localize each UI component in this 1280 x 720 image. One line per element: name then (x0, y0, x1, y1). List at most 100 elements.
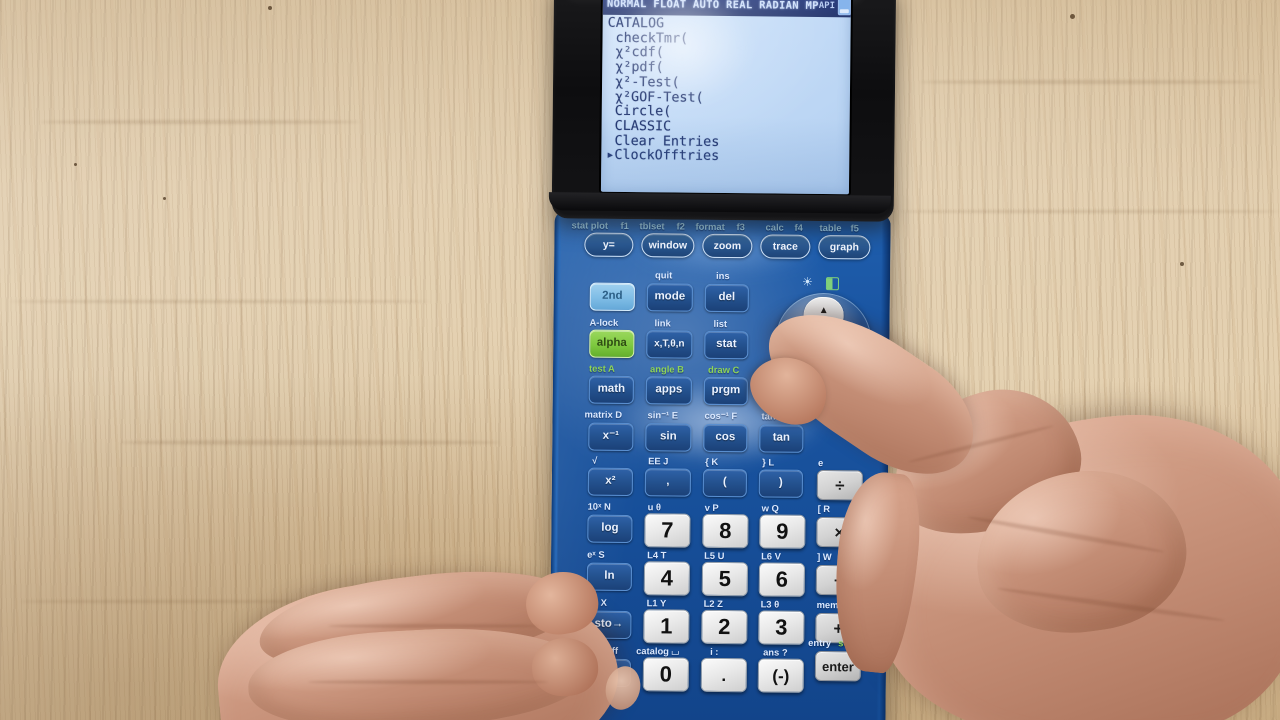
key-2nd[interactable]: 2nd (589, 282, 635, 312)
label-catalog: catalog ⌴ (636, 645, 680, 657)
wood-grain-streak (10, 300, 430, 303)
key-alpha[interactable]: alpha (589, 329, 635, 359)
key-multiply[interactable]: × (816, 516, 863, 548)
wood-grain-streak (120, 440, 500, 445)
key-graph[interactable]: graph (818, 234, 871, 260)
label-square-root: √ (592, 454, 598, 466)
dpad-down-arrow[interactable]: ▼ (802, 357, 844, 386)
label-solve: solve (838, 637, 863, 649)
list-item-label: χ²cdf( (615, 45, 664, 61)
key-apps[interactable]: apps (645, 376, 692, 405)
key-y-equals[interactable]: y= (584, 232, 634, 258)
label-calc: calc (765, 221, 784, 233)
row-cursor (606, 133, 614, 148)
key-trace[interactable]: trace (760, 234, 811, 259)
label-e-power-s: eˣ S (587, 548, 605, 560)
label-brace-close-l: } L (762, 456, 775, 468)
key-3[interactable]: 3 (758, 610, 805, 645)
wood-grain-streak (960, 560, 1280, 564)
row-cursor (607, 75, 615, 90)
key-store[interactable]: sto→ (586, 610, 632, 640)
key-8[interactable]: 8 (702, 513, 749, 549)
screenshot-stage: stat plot f1 tblset f2 format f3 calc f4… (0, 0, 1280, 720)
dpad-up-arrow[interactable]: ▲ (803, 296, 844, 325)
key-window[interactable]: window (641, 233, 695, 258)
list-item-selected[interactable]: ▸ClockOfftries (606, 148, 846, 166)
key-x-inverse[interactable]: x⁻¹ (588, 422, 634, 452)
label-tan-inverse-g: tan⁻¹ G (761, 410, 794, 422)
housing-bottom-lip (548, 192, 891, 214)
key-6[interactable]: 6 (758, 562, 806, 597)
label-l5-u: L5 U (704, 549, 725, 562)
list-item-label: CLASSIC (614, 118, 672, 135)
list-item-label: χ²pdf( (615, 59, 664, 76)
list-item-label: checkTmr( (615, 30, 689, 47)
key-0[interactable]: 0 (642, 657, 690, 692)
status-indicators: API (819, 0, 852, 15)
key-7[interactable]: 7 (644, 513, 691, 548)
contrast-icon (825, 277, 840, 291)
label-l2-z: L2 Z (703, 597, 723, 610)
dpad-left-arrow[interactable]: ◀ (779, 326, 807, 367)
key-stat[interactable]: stat (704, 330, 749, 360)
key-1[interactable]: 1 (643, 609, 690, 644)
keypad: stat plot f1 tblset f2 format f3 calc f4… (549, 210, 890, 720)
wood-grain-streak (920, 80, 1260, 84)
key-paren-close[interactable]: ) (758, 469, 804, 498)
label-v-p: v P (704, 501, 719, 513)
key-ln[interactable]: ln (586, 562, 633, 592)
label-tblset: tblset (639, 220, 665, 232)
key-zoom[interactable]: zoom (702, 233, 753, 259)
key-enter[interactable]: enter (814, 650, 862, 682)
wood-knot (1142, 634, 1146, 638)
label-bracket-open-r: [ R (817, 502, 831, 515)
key-mode[interactable]: mode (646, 283, 693, 312)
key-9[interactable]: 9 (759, 514, 806, 549)
directional-pad[interactable]: ▲ ▼ ◀ ▶ (774, 292, 872, 390)
key-prgm[interactable]: prgm (703, 376, 748, 406)
row-cursor (607, 60, 615, 75)
label-stat-plot: stat plot (571, 219, 609, 231)
label-ten-power-n: 10ˣ N (587, 500, 611, 512)
key-x-t-theta-n[interactable]: x,T,θ,n (646, 330, 693, 359)
dpad-center[interactable] (806, 323, 841, 359)
key-divide[interactable]: ÷ (816, 469, 864, 501)
key-5[interactable]: 5 (701, 561, 749, 597)
label-l3-theta: L3 θ (760, 598, 780, 610)
key-subtract[interactable]: − (815, 564, 863, 596)
label-entry: entry (808, 636, 832, 649)
battery-icon (837, 0, 852, 15)
key-negative[interactable]: (-) (757, 658, 805, 693)
status-bar: NORMAL FLOAT AUTO REAL RADIAN MP API (602, 0, 852, 18)
row-cursor (607, 119, 615, 134)
wood-knot (1070, 14, 1075, 19)
label-l6-v: L6 V (761, 550, 781, 562)
list-item-label: χ²GOF-Test( (614, 89, 704, 106)
label-quit: quit (654, 269, 673, 281)
row-cursor (607, 89, 615, 104)
key-cos[interactable]: cos (703, 423, 748, 453)
key-4[interactable]: 4 (643, 561, 691, 596)
label-ins: ins (715, 269, 730, 282)
key-del[interactable]: del (704, 283, 749, 313)
screen-housing: NORMAL FLOAT AUTO REAL RADIAN MP API CAT… (548, 0, 897, 222)
key-log[interactable]: log (587, 514, 633, 544)
key-decimal-point[interactable]: . (700, 657, 748, 693)
status-modes: NORMAL FLOAT AUTO REAL RADIAN MP (606, 0, 819, 12)
graphing-calculator[interactable]: stat plot f1 tblset f2 format f3 calc f4… (548, 0, 897, 720)
key-x-squared[interactable]: x² (587, 467, 634, 497)
wood-knot (268, 6, 272, 10)
key-comma[interactable]: , (644, 468, 692, 497)
label-brace-open-k: { K (705, 455, 719, 467)
key-math[interactable]: math (588, 375, 634, 405)
key-tan[interactable]: tan (759, 424, 804, 453)
label-l4-t: L4 T (647, 549, 667, 561)
lcd-screen[interactable]: NORMAL FLOAT AUTO REAL RADIAN MP API CAT… (600, 0, 852, 195)
key-sin[interactable]: sin (645, 423, 692, 452)
key-on[interactable]: on (585, 658, 632, 688)
key-paren-open[interactable]: ( (702, 468, 748, 498)
label-draw-c: draw C (708, 363, 740, 376)
wood-knot (163, 197, 166, 200)
key-2[interactable]: 2 (701, 609, 748, 645)
dpad-right-arrow[interactable]: ▶ (840, 327, 868, 368)
